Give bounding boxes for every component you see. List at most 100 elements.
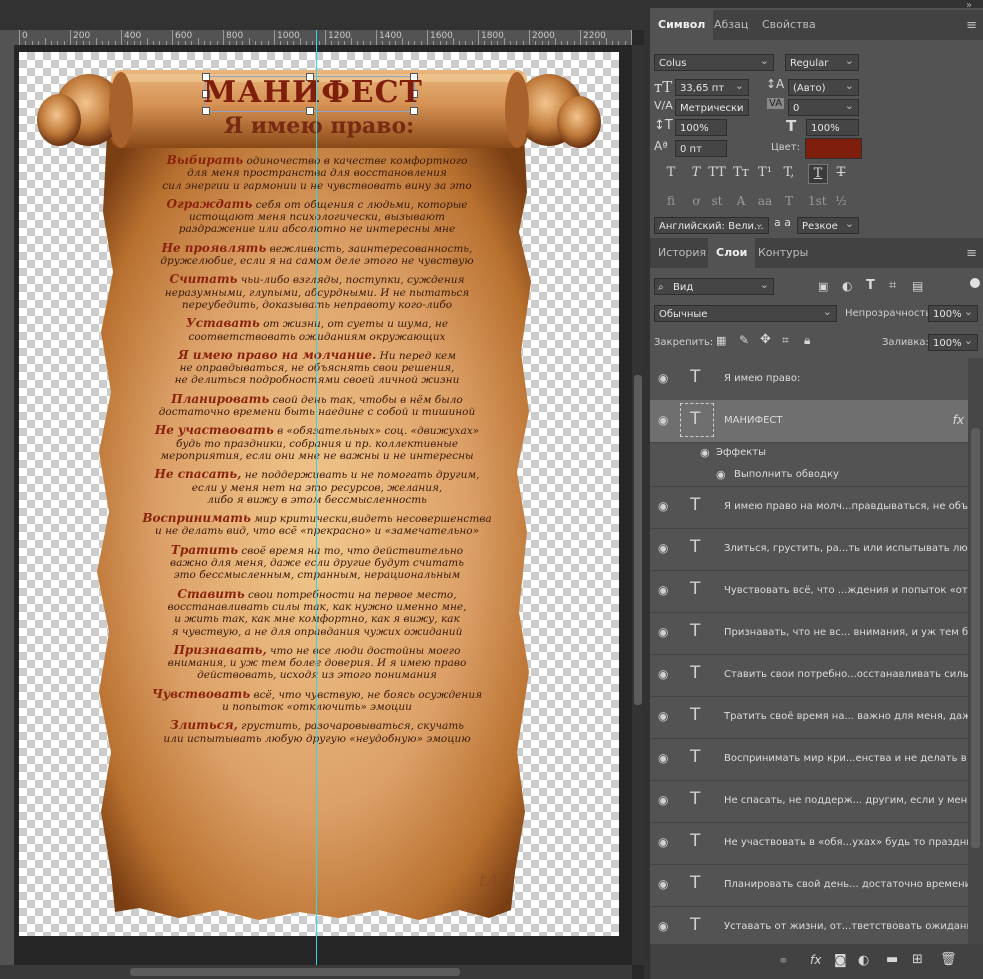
effect-eye-icon[interactable]: ◉ — [716, 468, 726, 481]
visibility-eye-icon[interactable]: ◉ — [658, 499, 668, 513]
scroll-thumb[interactable] — [634, 375, 642, 705]
text-color-swatch[interactable] — [805, 138, 862, 159]
lock-position-icon[interactable]: ✥ — [760, 332, 771, 347]
kerning-select[interactable]: Метрически — [675, 97, 749, 116]
antialias-select[interactable]: Резкое — [797, 215, 859, 234]
layer-name[interactable]: Не спасать, не поддерж... другим, если у… — [724, 795, 968, 806]
guide-line[interactable] — [316, 30, 317, 965]
baseline-shift-field[interactable]: 0 пт — [675, 140, 727, 157]
add-mask-icon[interactable]: ◙ — [834, 953, 847, 968]
visibility-eye-icon[interactable]: ◉ — [658, 709, 668, 723]
layer-fx-badge[interactable]: fx — [953, 413, 964, 427]
layer-name[interactable]: Воспринимать мир кри...енства и не делат… — [724, 753, 967, 764]
layer-row[interactable]: ◉ T Не участвовать в «обя...ухах» будь то … — [650, 822, 968, 865]
visibility-eye-icon[interactable]: ◉ — [658, 835, 668, 849]
layer-effects-row[interactable]: ◉ Эффекты — [650, 442, 968, 464]
visibility-eye-icon[interactable]: ◉ — [658, 667, 668, 681]
filter-toggle[interactable] — [970, 278, 980, 288]
horizontal-scrollbar[interactable] — [0, 965, 632, 979]
fx-icon[interactable]: fx — [810, 953, 821, 967]
layer-name[interactable]: МАНИФЕСТ — [724, 415, 783, 426]
layer-name[interactable]: Чувствовать всё, что ...ждения и попыток… — [724, 585, 968, 596]
lock-image-icon[interactable]: ✎ — [739, 333, 749, 347]
tracking-field[interactable]: 0 — [788, 97, 859, 116]
new-group-icon[interactable]: ▬ — [886, 952, 898, 967]
visibility-eye-icon[interactable]: ◉ — [658, 793, 668, 807]
opentype-button[interactable]: ½ — [832, 192, 850, 210]
vertical-ruler[interactable] — [0, 45, 15, 965]
tab-paragraph[interactable]: Абзац — [706, 10, 756, 40]
filter-adjustment-icon[interactable]: ◐ — [842, 279, 852, 293]
type-style-button[interactable]: T¹ — [756, 164, 774, 182]
type-style-button[interactable]: T — [832, 164, 850, 182]
layer-row[interactable]: ◉ T Ставить свои потребно...осстанавливать… — [650, 654, 968, 697]
layers-scrollbar[interactable] — [968, 358, 983, 944]
type-style-button[interactable]: T — [808, 164, 828, 184]
opacity-field[interactable]: 100% — [928, 303, 978, 322]
layer-row[interactable]: ◉ T Воспринимать мир кри...енства и не дел… — [650, 738, 968, 781]
layer-name[interactable]: Я имею право на молч...правдываться, не … — [724, 501, 968, 512]
visibility-eye-icon[interactable]: ◉ — [658, 541, 668, 555]
layer-row[interactable]: ◉ T МАНИФЕСТ fx — [650, 400, 968, 443]
link-layers-icon[interactable]: ⚭ — [778, 954, 789, 969]
visibility-eye-icon[interactable]: ◉ — [658, 625, 668, 639]
filter-shape-icon[interactable]: ⌗ — [889, 278, 896, 293]
layer-name[interactable]: Я имею право: — [724, 373, 800, 384]
scroll-thumb[interactable] — [130, 968, 460, 976]
type-style-button[interactable]: Tт — [732, 164, 750, 182]
layer-row[interactable]: ◉ T Чувствовать всё, что ...ждения и попыт… — [650, 570, 968, 613]
filter-pixel-icon[interactable]: ▣ — [818, 280, 828, 293]
visibility-eye-icon[interactable]: ◉ — [658, 583, 668, 597]
opentype-button[interactable]: aa — [756, 192, 774, 210]
layer-name[interactable]: Злиться, грустить, ра...ть или испытыват… — [724, 543, 968, 554]
opentype-button[interactable]: T — [780, 192, 798, 210]
tab-character[interactable]: Символ — [650, 10, 714, 40]
language-select[interactable]: Английский: Вели... — [654, 215, 769, 234]
fill-field[interactable]: 100% — [928, 332, 978, 351]
layer-name[interactable]: Не участвовать в «обя...ухах» будь то пр… — [724, 837, 968, 848]
opentype-button[interactable]: A — [732, 192, 750, 210]
adjustment-layer-icon[interactable]: ◐ — [858, 953, 869, 968]
layer-name[interactable]: Планировать свой день... достаточно врем… — [724, 879, 968, 890]
visibility-eye-icon[interactable]: ◉ — [658, 413, 668, 427]
tab-layers[interactable]: Слои — [708, 238, 756, 268]
layer-row[interactable]: ◉ T Злиться, грустить, ра...ть или испытыв… — [650, 528, 968, 571]
layer-name[interactable]: Ставить свои потребно...осстанавливать с… — [724, 669, 968, 680]
document-canvas[interactable]: МАНИФЕСТ Я имею право: Выбирать одиночес… — [19, 52, 619, 936]
layer-row[interactable]: ◉ T Признавать, что не вс... внимания, и у… — [650, 612, 968, 655]
layer-row[interactable]: ◉ T Я имею право: — [650, 358, 968, 401]
opentype-button[interactable]: st — [708, 192, 726, 210]
opentype-button[interactable]: 1st — [808, 192, 827, 210]
new-layer-icon[interactable]: ⊞ — [912, 952, 923, 967]
lock-artboard-icon[interactable]: ⌗ — [782, 333, 789, 348]
layer-row[interactable]: ◉ T Уставать от жизни, от...тветствовать о… — [650, 906, 968, 944]
layer-stroke-effect-row[interactable]: ◉ Выполнить обводку — [650, 464, 968, 487]
type-style-button[interactable]: T — [687, 164, 705, 182]
visibility-eye-icon[interactable]: ◉ — [658, 751, 668, 765]
opentype-button[interactable]: ơ — [687, 192, 705, 210]
layer-row[interactable]: ◉ T Я имею право на молч...правдываться, н… — [650, 486, 968, 529]
tab-paths[interactable]: Контуры — [750, 238, 816, 268]
type-style-button[interactable]: T — [662, 164, 680, 182]
vertical-scale-field[interactable]: 100% — [675, 119, 727, 136]
layer-name[interactable]: Тратить своё время на... важно для меня,… — [724, 711, 968, 722]
horizontal-scale-field[interactable]: 100% — [806, 119, 859, 136]
canvas-vertical-scrollbar[interactable] — [632, 45, 644, 965]
blend-mode-select[interactable]: Обычные — [654, 303, 837, 322]
visibility-eye-icon[interactable]: ◉ — [658, 877, 668, 891]
filter-type-icon[interactable]: T — [866, 278, 875, 293]
layer-row[interactable]: ◉ T Тратить своё время на... важно для мен… — [650, 696, 968, 739]
layer-name[interactable]: Уставать от жизни, от...тветствовать ожи… — [724, 921, 968, 932]
opentype-button[interactable]: fi — [662, 192, 680, 210]
lock-all-icon[interactable]: 🔒︎ — [804, 333, 810, 348]
panel-menu-icon[interactable]: ≡ — [966, 18, 977, 33]
filter-smart-object-icon[interactable]: ▤ — [912, 279, 923, 293]
layer-filter-select[interactable]: ⌕ Вид — [654, 276, 774, 295]
effects-eye-icon[interactable]: ◉ — [700, 446, 710, 459]
tab-history[interactable]: История — [650, 238, 714, 268]
layers-menu-icon[interactable]: ≡ — [966, 246, 977, 261]
visibility-eye-icon[interactable]: ◉ — [658, 919, 668, 933]
layer-row[interactable]: ◉ T Планировать свой день... достаточно вр… — [650, 864, 968, 907]
tab-properties[interactable]: Свойства — [754, 10, 824, 40]
type-style-button[interactable]: T, — [780, 164, 798, 182]
